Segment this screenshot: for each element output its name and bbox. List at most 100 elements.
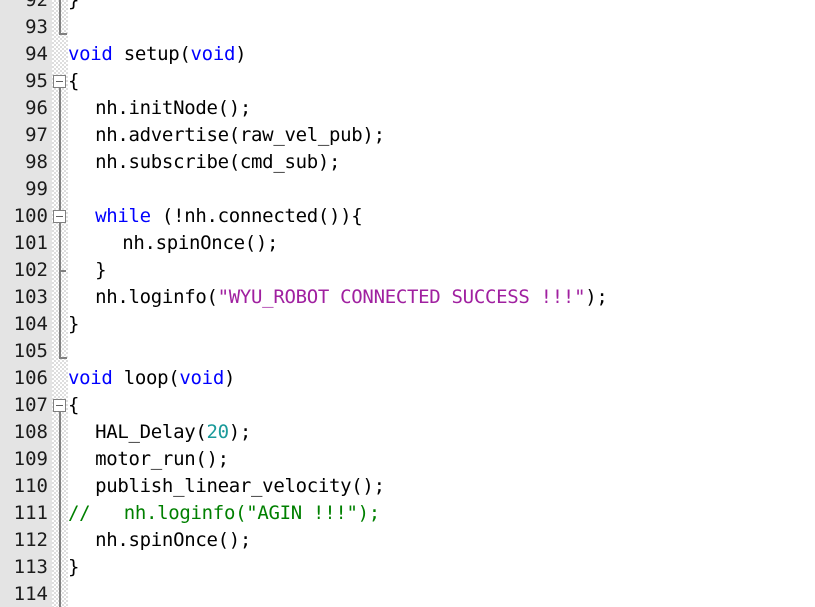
token-plain: loop( [112, 367, 180, 389]
code-line[interactable]: 104} [0, 311, 815, 338]
code-text[interactable]: nh.spinOnce(); [95, 527, 251, 554]
token-plain: nh.initNode(); [95, 97, 252, 119]
line-number: 111 [13, 502, 48, 524]
token-number: 20 [206, 421, 229, 443]
code-text[interactable]: nh.subscribe(cmd_sub); [95, 149, 340, 176]
code-line[interactable]: 97 nh.advertise(raw_vel_pub); [0, 122, 815, 149]
code-text[interactable]: nh.initNode(); [95, 95, 251, 122]
code-line[interactable]: 101 nh.spinOnce(); [0, 230, 815, 257]
token-plain: } [68, 556, 80, 578]
token-keyword: while [95, 205, 151, 227]
code-line[interactable]: 108 HAL_Delay(20); [0, 419, 815, 446]
code-line[interactable]: 107 { [0, 392, 815, 419]
code-line[interactable]: 100 while (!nh.connected()){ [0, 203, 815, 230]
code-text[interactable]: { [68, 392, 79, 419]
token-comment: // nh.loginfo("AGIN !!!"); [68, 502, 380, 524]
token-plain: nh.subscribe(cmd_sub); [95, 151, 341, 173]
code-text[interactable]: } [68, 554, 79, 581]
line-number: 93 [25, 16, 48, 38]
fold-collapse-icon[interactable] [53, 399, 66, 412]
line-number: 104 [13, 313, 48, 335]
token-keyword: void [179, 367, 224, 389]
code-text[interactable]: void setup(void) [68, 41, 247, 68]
token-keyword: void [190, 43, 236, 65]
token-plain: nh.spinOnce(); [95, 529, 252, 551]
line-number: 101 [13, 232, 48, 254]
line-number: 102 [13, 259, 48, 281]
code-line[interactable]: 112 nh.spinOnce(); [0, 527, 815, 554]
code-line[interactable]: 98 nh.subscribe(cmd_sub); [0, 149, 815, 176]
fold-block-end-icon [59, 33, 67, 35]
token-string: "WYU_ROBOT CONNECTED SUCCESS !!!" [217, 286, 586, 308]
line-number: 103 [13, 286, 48, 308]
token-plain: ) [235, 43, 247, 65]
token-plain: publish_linear_velocity(); [95, 475, 385, 497]
code-text[interactable]: } [95, 257, 106, 284]
token-plain: setup( [112, 43, 191, 65]
code-text[interactable]: nh.spinOnce(); [122, 230, 278, 257]
fold-collapse-icon[interactable] [53, 210, 66, 223]
code-line[interactable]: 99 [0, 176, 815, 203]
code-text[interactable]: } [68, 0, 79, 14]
token-plain: (!nh.connected()){ [150, 205, 363, 227]
code-text[interactable]: nh.loginfo("WYU_ROBOT CONNECTED SUCCESS … [95, 284, 608, 311]
code-text[interactable]: nh.advertise(raw_vel_pub); [95, 122, 385, 149]
code-line[interactable]: 113} [0, 554, 815, 581]
line-number: 113 [13, 556, 48, 578]
token-keyword: void [68, 367, 113, 389]
fold-inner-end-icon [59, 270, 66, 272]
code-line[interactable]: 103 nh.loginfo("WYU_ROBOT CONNECTED SUCCE… [0, 284, 815, 311]
token-plain: } [68, 0, 80, 11]
code-text[interactable]: motor_run(); [95, 446, 229, 473]
token-plain: } [68, 313, 80, 335]
line-number: 114 [13, 583, 48, 605]
code-line[interactable]: 102} [0, 257, 815, 284]
code-text[interactable]: } [68, 311, 79, 338]
line-number: 97 [25, 124, 48, 146]
token-plain: nh.advertise(raw_vel_pub); [95, 124, 385, 146]
line-number: 110 [13, 475, 48, 497]
code-line[interactable]: 105 [0, 338, 815, 365]
line-number: 106 [13, 367, 48, 389]
token-plain: { [68, 394, 80, 416]
token-plain: ); [585, 286, 608, 308]
token-plain: ); [228, 421, 252, 443]
line-number: 112 [13, 529, 48, 551]
token-plain: HAL_Delay( [95, 421, 207, 443]
line-number: 99 [25, 178, 48, 200]
code-line[interactable]: 95 { [0, 68, 815, 95]
fold-block-end-icon [59, 357, 67, 359]
fold-collapse-icon[interactable] [53, 75, 66, 88]
code-text[interactable]: HAL_Delay(20); [95, 419, 251, 446]
fold-guide-line [59, 0, 61, 34]
code-line[interactable]: 96 nh.initNode(); [0, 95, 815, 122]
line-number: 107 [13, 394, 48, 416]
code-line[interactable]: 114 [0, 581, 815, 607]
token-plain: { [68, 70, 80, 92]
fold-guide-line [59, 88, 61, 358]
code-editor[interactable]: 92} 93 94 void setup(void) 95 {96 nh.initNode(… [0, 0, 815, 607]
line-number: 98 [25, 151, 48, 173]
code-text[interactable]: // nh.loginfo("AGIN !!!"); [68, 500, 380, 527]
line-number: 96 [25, 97, 48, 119]
code-text[interactable]: while (!nh.connected()){ [95, 203, 363, 230]
code-line[interactable]: 106 void loop(void) [0, 365, 815, 392]
line-number: 95 [25, 70, 48, 92]
code-text[interactable]: publish_linear_velocity(); [95, 473, 385, 500]
token-keyword: void [68, 43, 113, 65]
code-line[interactable]: 93 [0, 14, 815, 41]
line-number: 108 [13, 421, 48, 443]
token-plain: } [95, 259, 107, 281]
code-line[interactable]: 109 motor_run(); [0, 446, 815, 473]
token-plain: nh.loginfo( [95, 286, 218, 308]
code-line[interactable]: 94 void setup(void) [0, 41, 815, 68]
code-line[interactable]: 110 publish_linear_velocity(); [0, 473, 815, 500]
line-number: 92 [25, 0, 48, 11]
code-line[interactable]: 92} [0, 0, 815, 14]
code-text[interactable]: { [68, 68, 79, 95]
fold-guide-line [59, 412, 61, 607]
code-line[interactable]: 111 // nh.loginfo("AGIN !!!"); [0, 500, 815, 527]
token-plain: ) [223, 367, 236, 389]
code-text[interactable]: void loop(void) [68, 365, 235, 392]
token-plain: motor_run(); [95, 448, 229, 470]
